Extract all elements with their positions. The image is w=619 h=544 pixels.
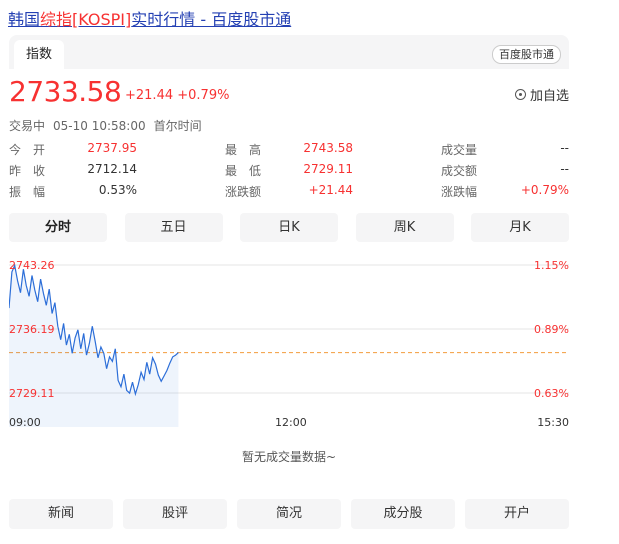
y-tick-percent: 0.89%	[534, 323, 569, 336]
bottom-tab[interactable]: 成分股	[351, 499, 455, 529]
stats-row: 今 开 2737.95 最 高 2743.58 成交量 --	[9, 141, 569, 162]
stat-label: 涨跌幅	[441, 185, 478, 199]
trading-zone: 首尔时间	[153, 119, 202, 133]
period-tab[interactable]: 五日	[124, 213, 223, 242]
bottom-tab[interactable]: 新闻	[9, 499, 113, 529]
stat-label: 昨 收	[9, 164, 46, 178]
price-row: 2733.58 +21.44 +0.79% 加自选	[9, 75, 569, 111]
y-tick-label: 2736.19	[9, 323, 55, 336]
stat-value: +21.44	[308, 183, 353, 197]
bottom-tab[interactable]: 股评	[123, 499, 227, 529]
stats-row: 振 幅 0.53% 涨跌额 +21.44 涨跌幅 +0.79%	[9, 183, 569, 204]
stat-value: 2712.14	[87, 162, 137, 176]
bottom-tab[interactable]: 简况	[237, 499, 341, 529]
title-highlight: 综指	[40, 10, 73, 29]
x-tick-label: 15:30	[537, 416, 569, 429]
period-tab[interactable]: 周K	[355, 213, 454, 242]
y-tick-percent: 1.15%	[534, 259, 569, 272]
quote-card: 指数 百度股市通 2733.58 +21.44 +0.79% 加自选 交易中 05…	[9, 35, 569, 529]
intraday-chart[interactable]: 2743.26 1.15% 2736.19 0.89% 2729.11 0.63%	[9, 257, 569, 427]
y-tick-label: 2729.11	[9, 387, 55, 400]
bottom-tab[interactable]: 开户	[465, 499, 569, 529]
stat-label: 最 高	[225, 143, 262, 157]
stat-label: 成交额	[441, 164, 478, 178]
stat-label: 今 开	[9, 143, 46, 157]
x-tick-label: 12:00	[275, 416, 307, 429]
stat-label: 振 幅	[9, 185, 46, 199]
stat-value: 2729.11	[303, 162, 353, 176]
stat-label: 涨跌额	[225, 185, 262, 199]
title-prefix: 韩国	[8, 10, 41, 29]
stat-value: 0.53%	[98, 183, 137, 197]
title-ticker: [KOSPI]	[72, 10, 132, 29]
trading-status: 交易中 05-10 10:58:00 首尔时间	[9, 117, 210, 134]
stats-row: 昨 收 2712.14 最 低 2729.11 成交额 --	[9, 162, 569, 183]
add-circle-icon	[514, 89, 526, 100]
title-suffix: 实时行情 - 百度股市通	[131, 10, 292, 29]
x-tick-label: 09:00	[9, 416, 41, 429]
stat-value: --	[560, 141, 569, 155]
stat-value: 2743.58	[303, 141, 353, 155]
tab-bar: 指数 百度股市通	[9, 35, 569, 69]
no-volume-message: 暂无成交量数据~	[241, 450, 337, 464]
trading-state: 交易中	[9, 119, 46, 133]
y-tick-label: 2743.26	[9, 259, 55, 272]
page-title-link[interactable]: 韩国综指[KOSPI]实时行情 - 百度股市通	[8, 6, 291, 30]
stat-value: +0.79%	[520, 183, 569, 197]
change-value: +21.44	[125, 88, 174, 103]
stats-grid: 今 开 2737.95 最 高 2743.58 成交量 -- 昨 收 2712.14 最 低 27…	[9, 141, 569, 204]
tab-index[interactable]: 指数	[14, 40, 65, 69]
trading-time: 05-10 10:58:00	[53, 119, 146, 133]
period-tab[interactable]: 分时	[9, 213, 107, 242]
intraday-chart-svg	[9, 263, 569, 427]
current-price: 2733.58	[9, 75, 122, 108]
period-tabs: 分时 五日 日K 周K 月K	[9, 213, 569, 242]
add-watchlist-button[interactable]: 加自选	[514, 85, 569, 104]
stat-label: 成交量	[441, 143, 478, 157]
period-tab[interactable]: 月K	[471, 213, 569, 242]
price-change: +21.44 +0.79%	[125, 88, 229, 103]
add-watchlist-label: 加自选	[529, 89, 569, 104]
stat-label: 最 低	[225, 164, 262, 178]
change-percent: +0.79%	[177, 88, 230, 103]
period-tab[interactable]: 日K	[240, 213, 338, 242]
stat-value: 2737.95	[87, 141, 137, 155]
stat-value: --	[560, 162, 569, 176]
bottom-tabs: 新闻 股评 简况 成分股 开户	[9, 499, 569, 529]
y-tick-percent: 0.63%	[534, 387, 569, 400]
source-badge[interactable]: 百度股市通	[492, 45, 561, 64]
